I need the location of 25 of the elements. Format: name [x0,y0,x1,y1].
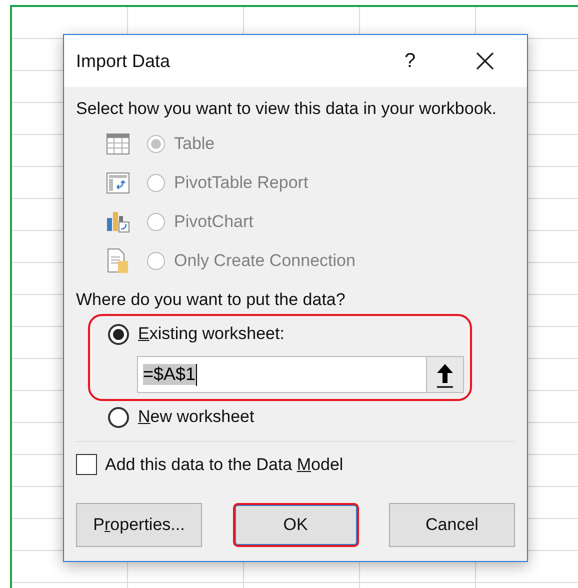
window-title: Import Data [76,50,172,72]
pivot-chart-icon [106,210,130,232]
radio-button[interactable] [108,324,129,344]
radio-button[interactable] [108,406,129,428]
dialog-button[interactable]: OK [232,503,358,547]
input-field[interactable]: =$A$1 [137,356,426,393]
close-icon [476,52,494,70]
option-label: Existing worksheet: [138,324,284,344]
table-icon [106,132,130,154]
option-label: PivotTable Report [174,172,308,192]
document-icon [106,248,130,274]
checkbox[interactable] [76,454,97,475]
help-button[interactable]: ? [390,50,430,72]
option-label: Only Create Connection [174,250,356,270]
option-label: PivotChart [174,212,254,232]
checkbox-label: Add this data to the Data Model [105,454,344,474]
option-label: Table [174,134,215,154]
instruction-text: Select how you want to view this data in your workbook. [76,99,498,119]
collapse-button[interactable] [426,356,464,393]
pivot-table-icon [106,172,130,194]
option-label: New worksheet [138,407,254,427]
dialog-button[interactable]: Cancel [389,503,515,547]
up-arrow-icon [434,362,456,388]
section-label: Where do you want to put the data? [76,290,346,310]
dialog-button[interactable]: Properties... [76,503,202,547]
